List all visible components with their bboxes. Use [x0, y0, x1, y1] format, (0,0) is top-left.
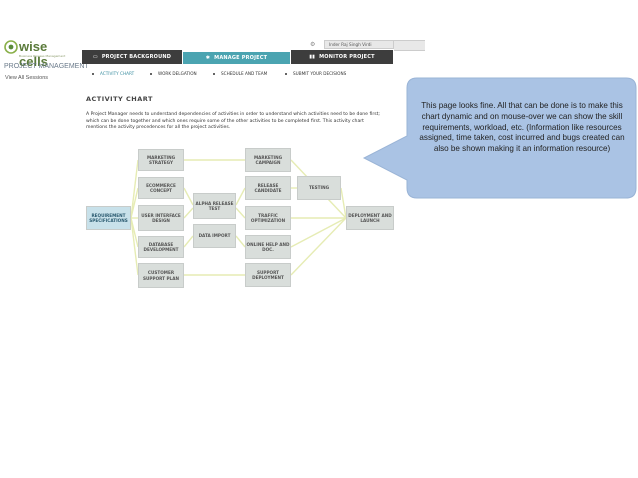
connector: [235, 207, 246, 219]
page-title: ACTIVITY CHART: [86, 95, 153, 103]
logo-icon: [4, 40, 18, 54]
bullet-icon: [92, 73, 94, 75]
activity-database-development[interactable]: DATABASE DEVELOPMENT: [138, 236, 184, 258]
connector: [130, 217, 139, 248]
connector: [183, 207, 194, 219]
logo-tagline: Business Process Management: [19, 54, 66, 58]
activity-online-help[interactable]: ONLINE HELP AND DOC.: [245, 235, 291, 259]
activity-alpha-release-test[interactable]: ALPHA RELEASE TEST: [193, 193, 236, 219]
user-bar-fill: [394, 40, 425, 51]
activity-customer-support-plan[interactable]: CUSTOMER SUPPORT PLAN: [138, 263, 184, 288]
subnav-item-schedule-and-team[interactable]: SCHEDULE AND TEAM: [213, 71, 267, 76]
connector: [130, 187, 139, 219]
activity-support-deployment[interactable]: SUPPORT DEPLOYMENT: [245, 263, 291, 287]
bullet-icon: [213, 73, 215, 75]
activity-marketing-campaign[interactable]: MARKETING CAMPAIGN: [245, 148, 291, 172]
activity-testing[interactable]: TESTING: [297, 176, 341, 200]
tab-label: MANAGE PROJECT: [214, 55, 268, 61]
bullet-icon: [285, 73, 287, 75]
connector: [290, 217, 347, 276]
subnav-item-submit-decisions[interactable]: SUBMIT YOUR DECISIONS: [285, 71, 346, 76]
connector: [235, 187, 246, 206]
subnav-item-activity-chart[interactable]: ACTIVITY CHART: [92, 71, 134, 76]
page-description: A Project Manager needs to understand de…: [86, 112, 380, 131]
tab-project-background[interactable]: ▭ PROJECT BACKGROUND: [82, 50, 182, 64]
settings-icon[interactable]: ⚙: [310, 40, 320, 49]
connector: [183, 235, 194, 248]
tab-label: MONITOR PROJECT: [319, 54, 375, 60]
activity-release-candidate[interactable]: RELEASE CANDIDATE: [245, 176, 291, 200]
connector: [183, 187, 194, 206]
connector: [130, 159, 139, 219]
user-name[interactable]: Inder Raj Singh Virdi: [324, 40, 394, 49]
activity-marketing-strategy[interactable]: MARKETING STRATEGY: [138, 149, 184, 171]
bar-chart-icon: ▮▮: [309, 54, 316, 60]
gear-icon: ✱: [205, 55, 211, 61]
activity-user-interface-design[interactable]: USER INTERFACE DESIGN: [138, 205, 184, 231]
connector: [290, 217, 347, 248]
activity-traffic-optimization[interactable]: TRAFFIC OPTIMIZATION: [245, 206, 291, 230]
activity-requirement-specifications[interactable]: REQUIREMENT SPECIFICATIONS: [86, 206, 131, 230]
app-title: PROJECT MANAGEMENT: [4, 63, 89, 70]
subnav-item-work-delgation[interactable]: WORK DELGATION: [150, 71, 197, 76]
tab-label: PROJECT BACKGROUND: [101, 54, 172, 60]
user-bar: ⚙ Inder Raj Singh Virdi: [310, 40, 425, 51]
callout-text: This page looks fine. All that can be do…: [419, 101, 625, 154]
monitor-icon: ▭: [92, 54, 98, 60]
bullet-icon: [150, 73, 152, 75]
connector: [130, 217, 139, 276]
tab-manage-project[interactable]: ✱ MANAGE PROJECT: [183, 52, 290, 64]
activity-deployment-and-launch[interactable]: DEPLOYMENT AND LAUNCH: [346, 206, 394, 230]
view-all-sessions-link[interactable]: View All Sessions: [5, 75, 48, 81]
connector: [235, 235, 246, 248]
activity-data-import[interactable]: DATA IMPORT: [193, 224, 236, 248]
brand-logo[interactable]: wise cells Business Process Management: [4, 38, 66, 69]
activity-ecommerce-concept[interactable]: ECOMMERCE CONCEPT: [138, 177, 184, 199]
tab-monitor-project[interactable]: ▮▮ MONITOR PROJECT: [291, 50, 393, 64]
